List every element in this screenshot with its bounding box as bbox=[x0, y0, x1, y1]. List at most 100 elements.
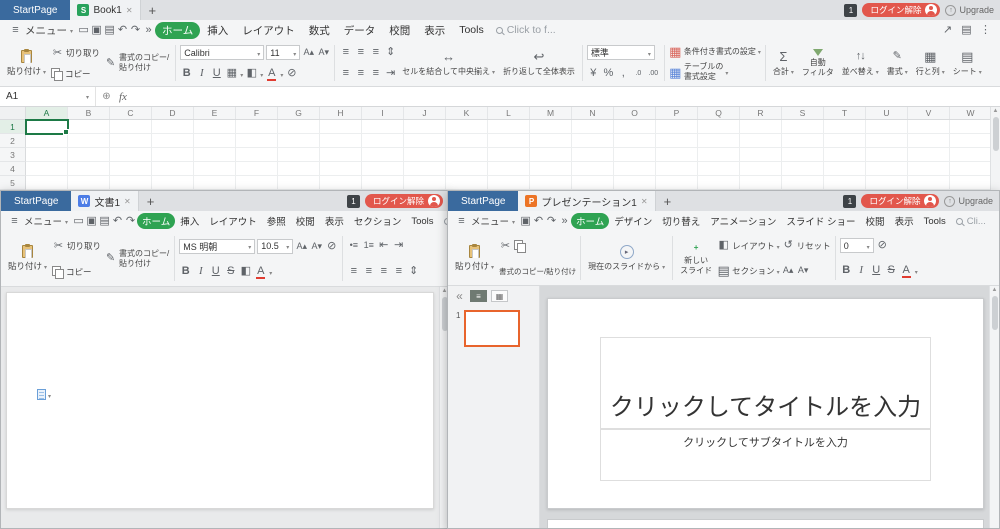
writer-tab-insert[interactable]: 挿入 bbox=[175, 213, 204, 229]
presentation-upgrade-button[interactable]: ↑ Upgrade bbox=[944, 196, 993, 207]
cell-R5[interactable] bbox=[740, 176, 782, 190]
number-format-select[interactable]: 標準 bbox=[587, 45, 655, 60]
comma-style-icon[interactable] bbox=[617, 67, 630, 81]
cell-P3[interactable] bbox=[656, 148, 698, 162]
writer-tab-section[interactable]: セクション bbox=[349, 213, 407, 229]
cell-L3[interactable] bbox=[488, 148, 530, 162]
align-center-icon[interactable] bbox=[354, 67, 367, 81]
writer-align-left-button[interactable] bbox=[347, 264, 360, 278]
cell-L1[interactable] bbox=[488, 120, 530, 134]
tab-insert[interactable]: 挿入 bbox=[200, 22, 235, 39]
increase-font-icon[interactable] bbox=[302, 46, 315, 60]
align-right-icon[interactable] bbox=[369, 67, 382, 81]
thumbnail-view-button[interactable]: ▦ bbox=[491, 290, 508, 302]
tab-home[interactable]: ホーム bbox=[155, 22, 200, 39]
open-icon[interactable] bbox=[77, 23, 90, 37]
cell-H3[interactable] bbox=[320, 148, 362, 162]
cell-M2[interactable] bbox=[530, 134, 572, 148]
presentation-underline-button[interactable] bbox=[870, 264, 883, 278]
cell-I3[interactable] bbox=[362, 148, 404, 162]
presentation-paste-button[interactable]: 貼り付け bbox=[451, 233, 498, 283]
presentation-quick-access-more-icon[interactable] bbox=[558, 214, 571, 228]
logout-button[interactable]: ログイン解除 bbox=[862, 3, 940, 17]
sort-button[interactable]: 並べ替え bbox=[838, 42, 883, 84]
writer-document-page[interactable] bbox=[6, 292, 434, 509]
cell-P5[interactable] bbox=[656, 176, 698, 190]
cell-F5[interactable] bbox=[236, 176, 278, 190]
cell-W4[interactable] bbox=[950, 162, 992, 176]
writer-logout-button[interactable]: ログイン解除 bbox=[365, 194, 443, 208]
cell-G4[interactable] bbox=[278, 162, 320, 176]
presentation-tab-design[interactable]: デザイン bbox=[609, 213, 657, 229]
tab-review[interactable]: 校閲 bbox=[382, 22, 417, 39]
cell-N3[interactable] bbox=[572, 148, 614, 162]
presentation-tab-tools[interactable]: Tools bbox=[919, 215, 951, 228]
writer-justify-button[interactable] bbox=[392, 264, 405, 278]
column-header-P[interactable]: P bbox=[656, 107, 698, 119]
cell-C1[interactable] bbox=[110, 120, 152, 134]
undo-icon[interactable] bbox=[116, 23, 129, 37]
wrap-text-button[interactable]: 折り返して全体表示 bbox=[499, 42, 579, 84]
align-left-icon[interactable] bbox=[339, 67, 352, 81]
menu-button[interactable]: メニュー bbox=[5, 23, 77, 38]
writer-underline-button[interactable] bbox=[209, 265, 222, 279]
presentation-redo-icon[interactable] bbox=[545, 214, 558, 228]
subtitle-placeholder[interactable]: クリックしてサブタイトルを入力 bbox=[600, 429, 931, 481]
presentation-strikethrough-button[interactable] bbox=[885, 264, 898, 278]
cell-K5[interactable] bbox=[446, 176, 488, 190]
redo-icon[interactable] bbox=[129, 23, 142, 37]
increase-decimal-icon[interactable] bbox=[632, 67, 645, 81]
cell-Q1[interactable] bbox=[698, 120, 740, 134]
decrease-font-icon[interactable] bbox=[317, 46, 330, 60]
scroll-up-icon[interactable]: ▲ bbox=[993, 108, 999, 114]
presentation-menu-button[interactable]: メニュー bbox=[451, 214, 519, 228]
column-header-N[interactable]: N bbox=[572, 107, 614, 119]
column-header-O[interactable]: O bbox=[614, 107, 656, 119]
column-header-C[interactable]: C bbox=[110, 107, 152, 119]
quick-access-more-icon[interactable] bbox=[142, 23, 155, 37]
cell-J3[interactable] bbox=[404, 148, 446, 162]
column-header-I[interactable]: I bbox=[362, 107, 404, 119]
presentation-font-size-select[interactable]: 0 bbox=[840, 238, 874, 253]
column-header-W[interactable]: W bbox=[950, 107, 992, 119]
align-top-icon[interactable] bbox=[339, 46, 352, 60]
cell-S1[interactable] bbox=[782, 120, 824, 134]
presentation-copy-icon[interactable] bbox=[514, 240, 526, 252]
cell-C4[interactable] bbox=[110, 162, 152, 176]
cell-I1[interactable] bbox=[362, 120, 404, 134]
italic-button[interactable] bbox=[195, 67, 208, 81]
row-header-4[interactable]: 4 bbox=[0, 162, 26, 176]
cell-F3[interactable] bbox=[236, 148, 278, 162]
new-tab-button[interactable] bbox=[141, 0, 165, 20]
writer-line-spacing-button[interactable] bbox=[407, 264, 420, 278]
cell-R2[interactable] bbox=[740, 134, 782, 148]
cell-G1[interactable] bbox=[278, 120, 320, 134]
cell-S3[interactable] bbox=[782, 148, 824, 162]
sheet-button[interactable]: シート bbox=[949, 42, 986, 84]
cell-T5[interactable] bbox=[824, 176, 866, 190]
cell-F2[interactable] bbox=[236, 134, 278, 148]
cell-G2[interactable] bbox=[278, 134, 320, 148]
cell-E4[interactable] bbox=[194, 162, 236, 176]
cell-B5[interactable] bbox=[68, 176, 110, 190]
cell-H1[interactable] bbox=[320, 120, 362, 134]
cell-D4[interactable] bbox=[152, 162, 194, 176]
presentation-vertical-scrollbar[interactable]: ▲ bbox=[989, 286, 999, 528]
cell-W2[interactable] bbox=[950, 134, 992, 148]
cell-F4[interactable] bbox=[236, 162, 278, 176]
writer-tab-view[interactable]: 表示 bbox=[320, 213, 349, 229]
task-pane-icon[interactable] bbox=[960, 23, 973, 37]
cell-V5[interactable] bbox=[908, 176, 950, 190]
more-icon[interactable] bbox=[979, 23, 992, 37]
cell-T1[interactable] bbox=[824, 120, 866, 134]
cell-V2[interactable] bbox=[908, 134, 950, 148]
cell-H5[interactable] bbox=[320, 176, 362, 190]
layout-button[interactable]: レイアウト bbox=[717, 239, 780, 253]
cell-C3[interactable] bbox=[110, 148, 152, 162]
merge-center-button[interactable]: セルを結合して中央揃え bbox=[398, 42, 499, 84]
cell-N5[interactable] bbox=[572, 176, 614, 190]
cell-K2[interactable] bbox=[446, 134, 488, 148]
cell-D5[interactable] bbox=[152, 176, 194, 190]
borders-button[interactable] bbox=[225, 67, 238, 81]
cell-Q5[interactable] bbox=[698, 176, 740, 190]
